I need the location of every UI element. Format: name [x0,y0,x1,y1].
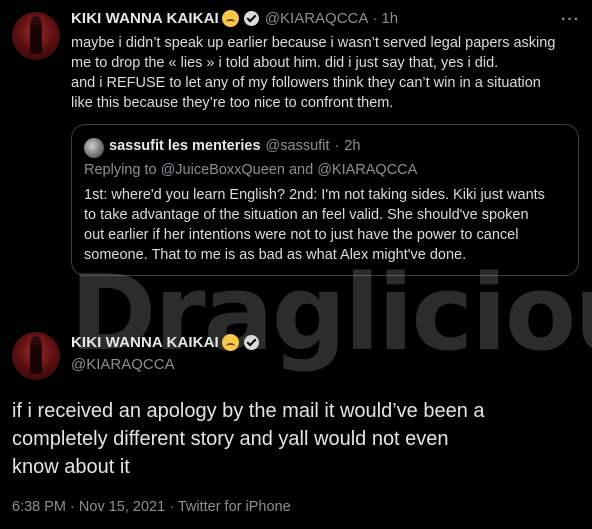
replying-to: Replying to @JuiceBoxxQueen and @KIARAQC… [84,162,417,178]
main-tweet-text-line: if i received an apology by the mail it … [12,400,485,422]
pleading-face-emoji-icon [221,10,239,27]
quoted-author-name: sassufit les menteries [109,138,261,154]
tweet-date[interactable]: Nov 15, 2021 [79,499,165,515]
more-options-icon[interactable]: ··· [561,11,580,29]
author-handle[interactable]: @KIARAQCCA [265,10,369,27]
avatar-head [31,336,41,346]
replying-user-link[interactable]: @KIARAQCCA [317,162,417,178]
main-tweet-text-line: completely different story and yall woul… [12,428,449,450]
tweet-text-line: and i REFUSE to let any of my followers … [71,75,541,91]
separator: · [70,499,75,515]
quoted-header: sassufit les menteries @sassufit · 2h [109,138,360,154]
quoted-text-line: 1st: where'd you learn English? 2nd: I'm… [84,187,545,203]
quoted-time: 2h [344,138,361,154]
quoted-author-handle: @sassufit [265,138,330,154]
quoted-tweet[interactable]: sassufit les menteries @sassufit · 2h Re… [71,124,579,276]
tweet-source[interactable]: Twitter for iPhone [178,499,291,515]
author-handle[interactable]: @KIARAQCCA [71,356,175,373]
tweet-header: KIKI WANNA KAIKAI @KIARAQCCA · 1h [71,10,398,27]
separator: · [372,10,378,27]
tweet-timestamp[interactable]: 6:38 PM [12,499,66,515]
author-name[interactable]: KIKI WANNA KAIKAI [71,334,219,351]
replying-and: and [288,162,314,178]
avatar-head [31,16,41,26]
replying-prefix: Replying to [84,162,157,178]
tweet-meta: 6:38 PM · Nov 15, 2021 · Twitter for iPh… [12,499,291,515]
verified-badge-icon [243,11,259,26]
quoted-text-line: to take advantage of the situation an fe… [84,207,529,223]
replying-user-link[interactable]: @JuiceBoxxQueen [161,162,285,178]
quoted-text-line: someone. That to me is as bad as what Al… [84,247,467,263]
tweet-time[interactable]: 1h [381,10,398,27]
quoted-avatar [84,138,104,158]
separator: · [169,499,175,515]
tweet-text-line: me to drop the « lies » i told about him… [71,55,499,71]
quoted-text: 1st: where'd you learn English? 2nd: I'm… [84,185,569,265]
quoted-text-line: out earlier if her intentions were not t… [84,227,519,243]
main-tweet-text: if i received an apology by the mail it … [12,397,582,481]
author-name[interactable]: KIKI WANNA KAIKAI [71,10,219,27]
tweet-text-line: like this because they’re too nice to co… [71,95,394,111]
tweet-text-line: maybe i didn’t speak up earlier because … [71,35,556,51]
verified-badge-icon [243,335,259,350]
separator: · [334,138,340,154]
pleading-face-emoji-icon [221,334,239,351]
avatar[interactable] [12,332,60,380]
avatar[interactable] [12,12,60,60]
tweet-text: maybe i didn’t speak up earlier because … [71,33,581,113]
main-tweet-text-line: know about it [12,456,130,478]
main-tweet-header: KIKI WANNA KAIKAI [71,334,259,351]
